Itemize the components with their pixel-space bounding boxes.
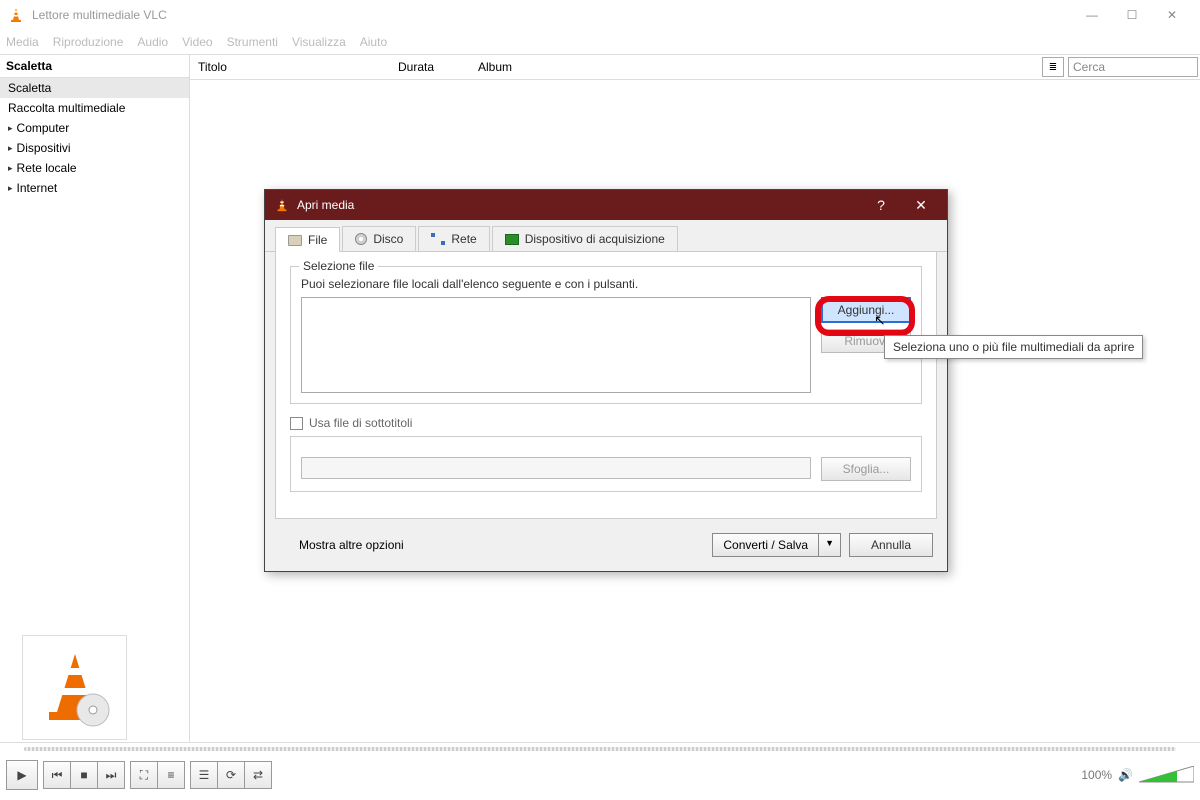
chevron-right-icon: ▸	[8, 163, 13, 174]
sidebar-item-internet[interactable]: ▸Internet	[0, 178, 189, 198]
vlc-cone-icon	[275, 198, 289, 212]
tab-disc[interactable]: Disco	[342, 226, 416, 251]
column-duration[interactable]: Durata	[390, 56, 470, 78]
loop-button[interactable]: ⟳	[217, 761, 245, 789]
convert-save-button[interactable]: Converti / Salva▼	[712, 533, 841, 557]
sidebar-item-library[interactable]: Raccolta multimediale	[0, 98, 189, 118]
menu-video[interactable]: Video	[182, 35, 212, 49]
column-album[interactable]: Album	[470, 56, 520, 78]
menu-playback[interactable]: Riproduzione	[53, 35, 124, 49]
subtitles-group: Sfoglia...	[290, 436, 922, 492]
window-close-button[interactable]: ✕	[1152, 0, 1192, 30]
shuffle-button[interactable]: ⇄	[244, 761, 272, 789]
file-selection-instruction: Puoi selezionare file locali dall'elenco…	[301, 277, 911, 291]
tab-file[interactable]: File	[275, 227, 340, 252]
next-button[interactable]: ⏭	[97, 761, 125, 789]
browse-subtitle-button[interactable]: Sfoglia...	[821, 457, 911, 481]
chevron-right-icon: ▸	[8, 143, 13, 154]
playlist-search-input[interactable]: Cerca	[1068, 57, 1198, 77]
album-art	[22, 635, 127, 740]
tab-capture[interactable]: Dispositivo di acquisizione	[492, 226, 678, 251]
chevron-right-icon: ▸	[8, 123, 13, 134]
dialog-title: Apri media	[297, 198, 857, 212]
sidebar-item-computer[interactable]: ▸Computer	[0, 118, 189, 138]
menu-view[interactable]: Visualizza	[292, 35, 346, 49]
volume-percent: 100%	[1081, 768, 1112, 782]
add-button[interactable]: Aggiungi...	[821, 297, 911, 323]
window-minimize-button[interactable]: —	[1072, 0, 1112, 30]
dropdown-arrow-icon[interactable]: ▼	[818, 534, 840, 556]
column-title[interactable]: Titolo	[190, 56, 390, 78]
cancel-button[interactable]: Annulla	[849, 533, 933, 557]
sidebar-header: Scaletta	[0, 55, 189, 77]
vlc-cone-icon	[8, 7, 24, 23]
sidebar-item-playlist[interactable]: Scaletta	[0, 78, 189, 98]
previous-button[interactable]: ⏮	[43, 761, 71, 789]
dialog-titlebar[interactable]: Apri media ? ✕	[265, 190, 947, 220]
sidebar-item-devices[interactable]: ▸Dispositivi	[0, 138, 189, 158]
file-selection-group: Selezione file Puoi selezionare file loc…	[290, 266, 922, 404]
folder-icon	[288, 235, 302, 246]
playlist-columns: Titolo Durata Album ≣ Cerca	[190, 55, 1200, 80]
window-maximize-button[interactable]: ☐	[1112, 0, 1152, 30]
fullscreen-button[interactable]: ⛶	[130, 761, 158, 789]
playlist-detail-button[interactable]: ☰	[190, 761, 218, 789]
mute-icon[interactable]: 🔊	[1118, 768, 1133, 782]
play-button[interactable]: ▶	[6, 760, 38, 790]
capture-icon	[505, 234, 519, 245]
vlc-cone-large-icon	[35, 648, 115, 728]
network-icon	[431, 233, 445, 245]
open-media-dialog: Apri media ? ✕ File Disco Rete Dispositi…	[264, 189, 948, 572]
window-title: Lettore multimediale VLC	[32, 8, 1072, 22]
sidebar-item-network[interactable]: ▸Rete locale	[0, 158, 189, 178]
menu-audio[interactable]: Audio	[137, 35, 168, 49]
menu-bar: Media Riproduzione Audio Video Strumenti…	[0, 30, 1200, 54]
stop-button[interactable]: ■	[70, 761, 98, 789]
dialog-close-button[interactable]: ✕	[905, 197, 937, 214]
volume-slider[interactable]	[1139, 766, 1194, 784]
view-mode-button[interactable]: ≣	[1042, 57, 1064, 77]
window-titlebar: Lettore multimediale VLC — ☐ ✕	[0, 0, 1200, 30]
file-list[interactable]	[301, 297, 811, 393]
seek-bar[interactable]	[0, 743, 1200, 755]
checkbox-icon	[290, 417, 303, 430]
subtitle-path-input	[301, 457, 811, 479]
dialog-help-button[interactable]: ?	[865, 197, 897, 213]
add-button-tooltip: Seleziona uno o più file multimediali da…	[884, 335, 1143, 359]
menu-tools[interactable]: Strumenti	[227, 35, 278, 49]
menu-help[interactable]: Aiuto	[360, 35, 387, 49]
player-controls: ▶ ⏮ ■ ⏭ ⛶ ≡ ☰ ⟳ ⇄ 100% 🔊	[0, 742, 1200, 800]
chevron-right-icon: ▸	[8, 183, 13, 194]
settings-button[interactable]: ≡	[157, 761, 185, 789]
use-subtitles-checkbox[interactable]: Usa file di sottotitoli	[290, 416, 922, 430]
show-more-options-checkbox[interactable]: Mostra altre opzioni	[279, 538, 404, 552]
disc-icon	[355, 233, 367, 245]
menu-media[interactable]: Media	[6, 35, 39, 49]
tab-network[interactable]: Rete	[418, 226, 489, 251]
file-selection-legend: Selezione file	[299, 259, 378, 273]
